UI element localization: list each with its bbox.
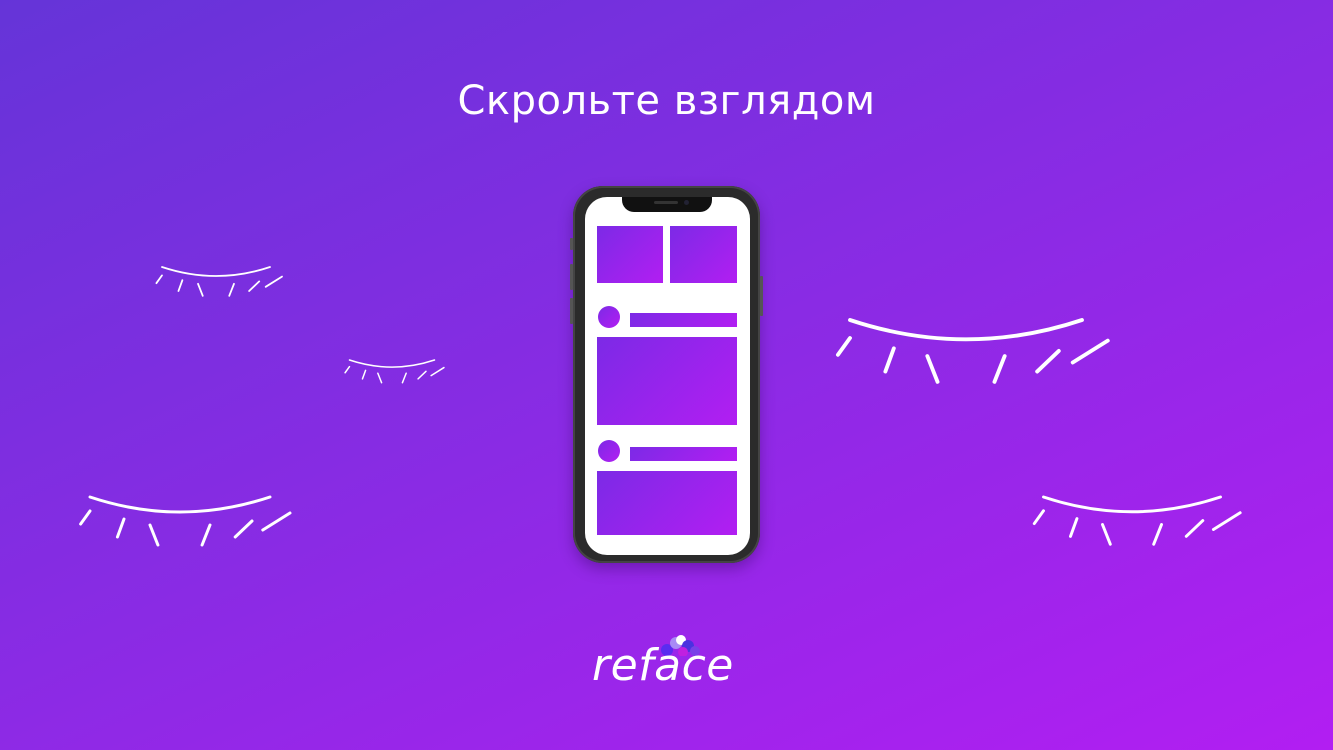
avatar-placeholder <box>598 440 620 462</box>
avatar-placeholder <box>598 306 620 328</box>
eyelash <box>1070 338 1110 365</box>
post-image-placeholder <box>597 471 737 535</box>
phone-button <box>570 264 573 290</box>
eyelash <box>1152 523 1163 546</box>
eyelash <box>233 519 254 539</box>
phone-button <box>760 276 763 316</box>
eyelash <box>430 366 445 377</box>
eyelash <box>148 523 160 547</box>
eyelash <box>155 274 163 285</box>
closed-eye-icon <box>79 495 292 547</box>
eyelash <box>261 511 292 532</box>
closed-eye-icon <box>836 318 1110 384</box>
eyelash <box>197 282 204 297</box>
eyelash <box>177 279 184 292</box>
eyelash <box>344 365 351 374</box>
image-placeholder <box>597 226 663 283</box>
eyelash <box>1032 509 1045 526</box>
phone-screen <box>585 197 750 555</box>
phone-illustration <box>570 186 763 563</box>
speaker <box>654 201 678 204</box>
post-image-placeholder <box>597 337 737 425</box>
phone-notch <box>622 197 712 212</box>
eyelash <box>115 517 126 539</box>
eyelash <box>401 372 407 384</box>
eyelash <box>1035 348 1061 374</box>
phone-button <box>570 298 573 324</box>
closed-eye-icon <box>1032 495 1242 546</box>
eyelash <box>883 346 896 374</box>
text-placeholder <box>630 447 737 461</box>
eyelash <box>377 372 383 384</box>
image-placeholder <box>670 226 737 283</box>
eyelash <box>361 369 367 380</box>
closed-eye-icon <box>344 359 445 384</box>
eyelash <box>264 275 283 288</box>
eyelash <box>1101 523 1112 546</box>
camera-icon <box>684 200 689 205</box>
text-placeholder <box>630 313 737 327</box>
eyelash <box>200 523 212 547</box>
eyelash <box>836 336 852 357</box>
eyelash <box>1184 519 1205 538</box>
eyelash <box>1069 517 1079 538</box>
eyelash <box>79 509 92 526</box>
phone-button <box>570 238 573 250</box>
eyelash <box>228 282 235 297</box>
eyelash <box>248 280 261 292</box>
eyelash <box>925 354 940 384</box>
eyelash <box>1211 511 1242 531</box>
reface-logo: reface <box>592 640 734 691</box>
eyelash <box>992 354 1007 384</box>
eyelash <box>417 370 427 380</box>
closed-eye-icon <box>155 266 283 297</box>
